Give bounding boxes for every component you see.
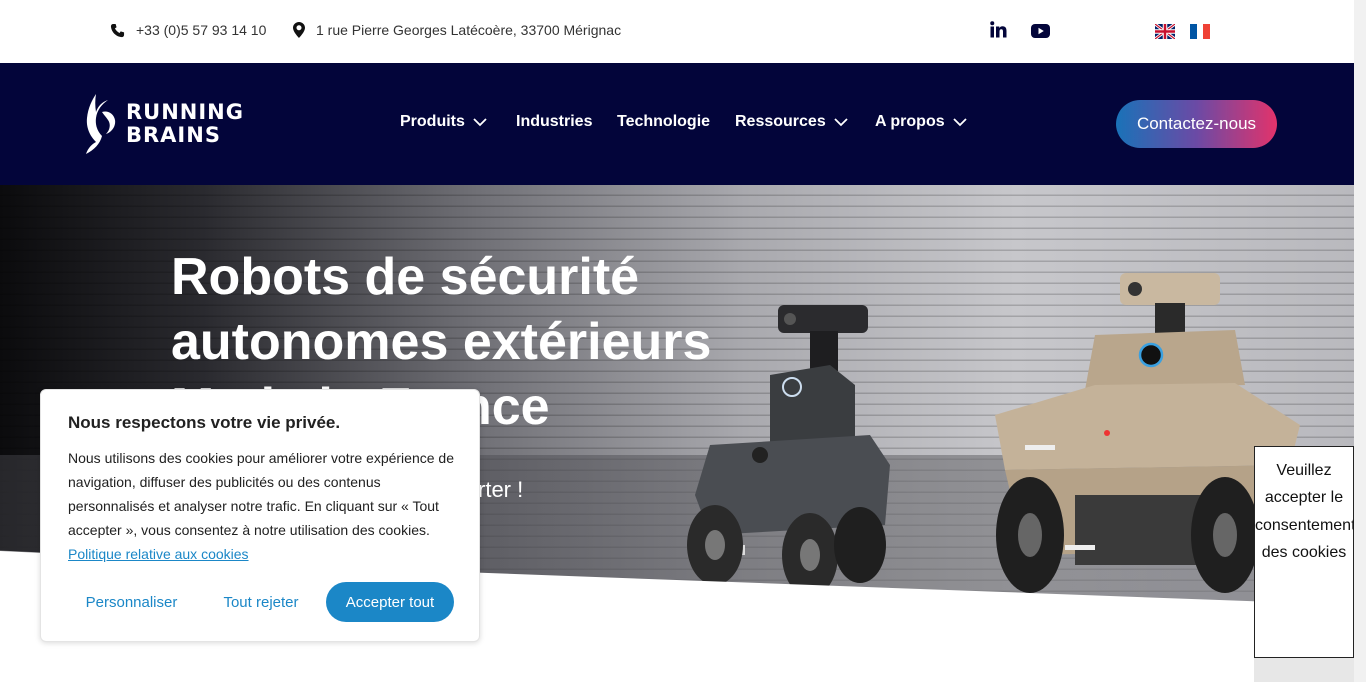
chevron-down-icon [473, 117, 487, 126]
consent-notice-footer [1254, 658, 1354, 682]
consent-notice-text: Veuillez accepter le consentement des co… [1255, 462, 1356, 561]
logo-icon [86, 94, 116, 154]
nav-item-label: Industries [516, 113, 593, 130]
nav-item-technologie[interactable]: Technologie [617, 113, 710, 131]
nav-item-ressources[interactable]: Ressources [735, 113, 848, 131]
nav-item-a-propos[interactable]: A propos [875, 113, 967, 131]
phone-number[interactable]: +33 (0)5 57 93 14 10 [136, 22, 266, 38]
cookie-body: Nous utilisons des cookies pour améliore… [68, 446, 463, 566]
logo-line2: BRAINS [126, 123, 221, 147]
hero-subtitle: rter ! [478, 477, 524, 502]
nav-item-label: Ressources [735, 113, 826, 130]
nav-item-label: Technologie [617, 113, 711, 130]
logo-line1: RUNNING [126, 100, 244, 124]
scrollbar[interactable] [1354, 0, 1366, 682]
address-text[interactable]: 1 rue Pierre Georges Latécoère, 33700 Mé… [316, 22, 621, 38]
hero-title-line2: autonomes extérieurs [171, 313, 712, 371]
linkedin-icon[interactable] [990, 21, 1007, 43]
flag-uk-icon[interactable] [1154, 22, 1176, 41]
flag-fr-icon[interactable] [1190, 24, 1210, 39]
cookie-title: Nous respectons votre vie privée. [68, 413, 341, 432]
top-bar: +33 (0)5 57 93 14 10 1 rue Pierre George… [0, 0, 1354, 63]
phone-contact[interactable]: +33 (0)5 57 93 14 10 [110, 22, 266, 38]
cookie-banner: Nous respectons votre vie privée. Nous u… [40, 389, 480, 642]
nav-item-produits[interactable]: Produits [400, 113, 487, 131]
chevron-down-icon [834, 117, 848, 126]
logo[interactable]: RUNNING BRAINS [82, 92, 244, 156]
cookie-policy-link[interactable]: Politique relative aux cookies [68, 546, 249, 562]
nav-item-label: A propos [875, 113, 945, 130]
customize-button[interactable]: Personnaliser [69, 582, 194, 622]
main-nav: RUNNING BRAINS Produits Industries Techn… [0, 63, 1354, 185]
contact-button[interactable]: Contactez-nous [1116, 100, 1277, 148]
accept-all-button[interactable]: Accepter tout [326, 582, 454, 622]
cookie-body-text: Nous utilisons des cookies pour améliore… [68, 450, 454, 538]
phone-icon [110, 23, 125, 37]
nav-item-label: Produits [400, 113, 465, 130]
consent-notice: Veuillez accepter le consentement des co… [1254, 446, 1356, 658]
chevron-down-icon [952, 117, 967, 126]
reject-all-button[interactable]: Tout rejeter [209, 582, 313, 622]
address-contact[interactable]: 1 rue Pierre Georges Latécoère, 33700 Mé… [293, 22, 621, 38]
nav-item-industries[interactable]: Industries [516, 113, 592, 131]
map-pin-icon [293, 22, 305, 38]
youtube-icon[interactable] [1031, 24, 1050, 43]
hero-title-line1: Robots de sécurité [171, 248, 640, 306]
